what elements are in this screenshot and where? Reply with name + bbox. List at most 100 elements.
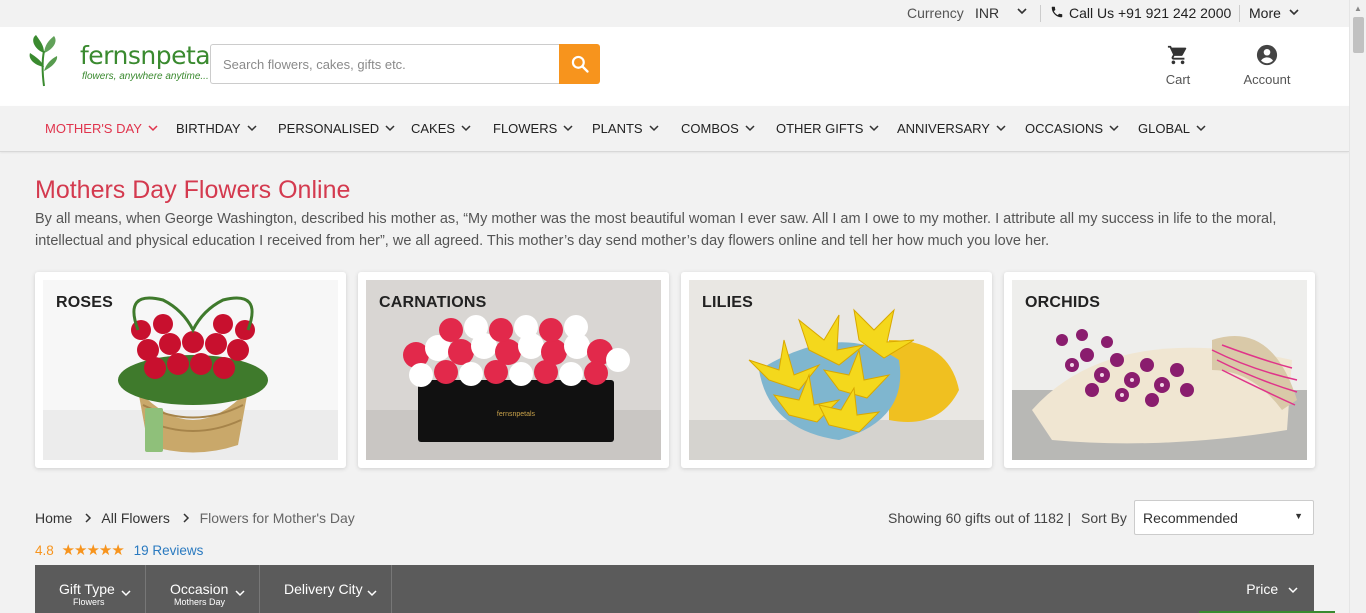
nav-label: COMBOS	[681, 121, 739, 136]
filter-delivery-city[interactable]: Delivery City	[260, 565, 392, 613]
breadcrumb-home[interactable]: Home	[35, 510, 72, 526]
chevron-down-icon	[869, 124, 879, 135]
main-navigation: MOTHER'S DAY BIRTHDAY PERSONALISED CAKES…	[0, 106, 1349, 152]
more-menu[interactable]: More	[1249, 5, 1281, 21]
account-icon	[1256, 44, 1278, 66]
cart-icon	[1167, 45, 1187, 65]
nav-item-mothers-day[interactable]: MOTHER'S DAY	[45, 121, 158, 136]
account-button[interactable]: Account	[1240, 44, 1294, 87]
search-field[interactable]	[210, 44, 559, 84]
category-label: LILIES	[702, 294, 753, 311]
cart-label: Cart	[1165, 72, 1191, 87]
nav-item-birthday[interactable]: BIRTHDAY	[176, 121, 257, 136]
logo-flower-icon	[29, 35, 58, 87]
account-label: Account	[1243, 72, 1291, 87]
category-label: ROSES	[56, 294, 114, 311]
caret-down-icon: ▼	[1294, 511, 1303, 521]
nav-label: OCCASIONS	[1025, 121, 1104, 136]
logo-tagline: flowers, anywhere anytime...	[82, 71, 209, 82]
chevron-down-icon	[247, 124, 257, 135]
category-label: CARNATIONS	[379, 294, 487, 311]
category-card-carnations[interactable]: fernsnpetals CARNATIONS	[358, 272, 669, 468]
chevron-right-icon	[182, 510, 190, 526]
nav-item-occasions[interactable]: OCCASIONS	[1025, 121, 1119, 136]
price-label: Price	[1246, 581, 1279, 597]
chevron-down-icon	[1109, 124, 1119, 135]
filter-sub: Flowers	[73, 597, 105, 607]
svg-text:fernsnpetals: fernsnpetals	[497, 411, 536, 418]
nav-item-anniversary[interactable]: ANNIVERSARY	[897, 121, 1006, 136]
top-utility-bar: Currency INR Call Us +91 921 242 2000 Mo…	[0, 0, 1349, 27]
nav-item-global[interactable]: GLOBAL	[1138, 121, 1206, 136]
reviews-link[interactable]: 19 Reviews	[134, 543, 204, 558]
search-input[interactable]	[211, 45, 559, 83]
nav-item-personalised[interactable]: PERSONALISED	[278, 121, 395, 136]
breadcrumb-all-flowers[interactable]: All Flowers	[101, 510, 169, 526]
chevron-down-icon	[745, 124, 755, 135]
filter-label: Delivery City	[284, 581, 363, 597]
chevron-down-icon	[1196, 124, 1206, 135]
chevron-right-icon	[84, 510, 92, 526]
search-icon	[571, 55, 589, 73]
nav-label: FLOWERS	[493, 121, 558, 136]
nav-item-other-gifts[interactable]: OTHER GIFTS	[776, 121, 879, 136]
category-card-orchids[interactable]: ORCHIDS	[1004, 272, 1315, 468]
filter-price[interactable]: Price	[1246, 581, 1298, 597]
filter-label: Gift Type	[59, 581, 115, 597]
sort-label: Sort By	[1081, 510, 1127, 526]
currency-label: Currency	[907, 5, 964, 21]
chevron-down-icon	[996, 124, 1006, 135]
page-description: By all means, when George Washington, de…	[35, 211, 1277, 249]
nav-label: ANNIVERSARY	[897, 121, 990, 136]
search-button[interactable]	[559, 44, 600, 84]
breadcrumb: Home All Flowers Flowers for Mother's Da…	[35, 510, 355, 526]
rating-summary: 4.8 ★★★★★ 19 Reviews	[35, 541, 203, 559]
filter-sub: Mothers Day	[174, 597, 226, 607]
chevron-down-icon	[649, 124, 659, 135]
sort-selected-value: Recommended	[1143, 510, 1238, 526]
nav-label: PERSONALISED	[278, 121, 380, 136]
nav-label: OTHER GIFTS	[776, 121, 864, 136]
filter-label: Occasion	[170, 581, 229, 597]
filter-bar: Gift Type Flowers Occasion Mothers Day D…	[35, 565, 1314, 613]
rating-value: 4.8	[35, 543, 54, 558]
page-title: Mothers Day Flowers Online	[35, 176, 351, 204]
filter-gift-type[interactable]: Gift Type Flowers	[35, 565, 146, 613]
chevron-down-icon[interactable]	[1016, 3, 1028, 22]
call-us-link[interactable]: Call Us +91 921 242 2000	[1069, 5, 1231, 21]
chevron-down-icon[interactable]	[1288, 4, 1300, 23]
nav-label: MOTHER'S DAY	[45, 121, 142, 136]
chevron-down-icon	[461, 124, 471, 135]
sort-select[interactable]: Recommended ▼	[1134, 500, 1314, 535]
chevron-down-icon	[385, 124, 395, 135]
nav-item-flowers[interactable]: FLOWERS	[493, 121, 573, 136]
currency-select[interactable]: INR	[975, 5, 999, 21]
nav-item-cakes[interactable]: CAKES	[411, 121, 471, 136]
page-scrollbar[interactable]: ▲	[1349, 0, 1366, 613]
brand-logo[interactable]: fernsnpetals flowers, anywhere anytime..…	[24, 31, 230, 93]
chevron-down-icon	[235, 584, 245, 602]
nav-item-plants[interactable]: PLANTS	[592, 121, 659, 136]
chevron-down-icon	[1288, 581, 1298, 597]
category-label: ORCHIDS	[1025, 294, 1101, 311]
category-card-roses[interactable]: ROSES	[35, 272, 346, 468]
category-card-lilies[interactable]: LILIES	[681, 272, 992, 468]
chevron-down-icon	[148, 124, 158, 135]
breadcrumb-current: Flowers for Mother's Day	[199, 510, 355, 526]
chevron-down-icon	[121, 584, 131, 602]
scrollbar-thumb[interactable]	[1353, 17, 1364, 53]
divider	[1239, 5, 1240, 22]
nav-label: BIRTHDAY	[176, 121, 241, 136]
chevron-down-icon	[563, 124, 573, 135]
results-count: Showing 60 gifts out of 1182 |	[888, 510, 1072, 526]
divider	[1040, 5, 1041, 22]
nav-label: PLANTS	[592, 121, 643, 136]
filter-occasion[interactable]: Occasion Mothers Day	[146, 565, 260, 613]
nav-label: GLOBAL	[1138, 121, 1191, 136]
nav-item-combos[interactable]: COMBOS	[681, 121, 755, 136]
nav-label: CAKES	[411, 121, 456, 136]
scroll-up-icon[interactable]: ▲	[1354, 4, 1362, 13]
cart-button[interactable]: Cart	[1158, 44, 1198, 87]
rating-stars-icon: ★★★★★	[61, 542, 125, 559]
logo-text: fernsnpetals	[80, 41, 230, 70]
